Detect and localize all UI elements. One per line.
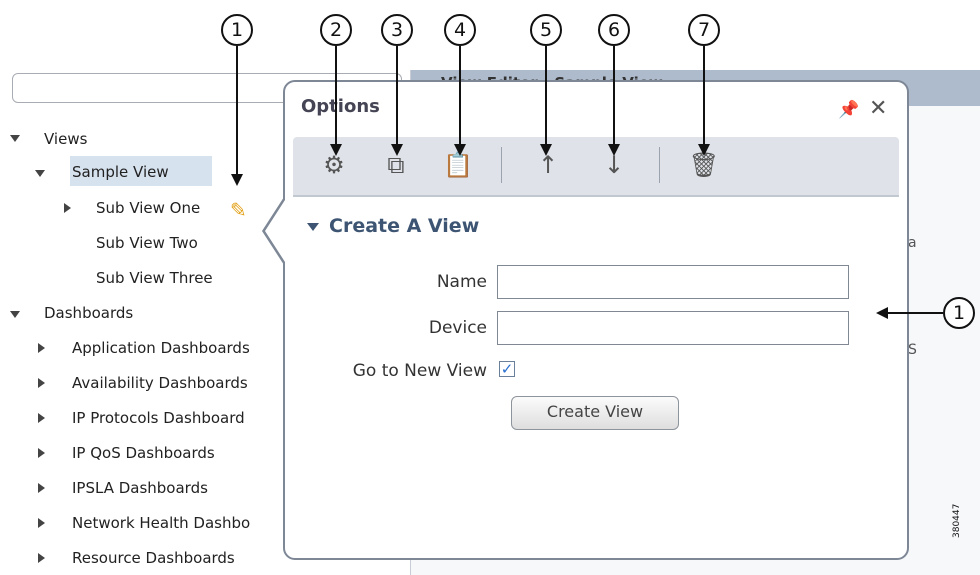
expand-ip-qos-dashboards-icon[interactable] [38, 448, 45, 458]
pin-icon[interactable]: 📌 [838, 100, 859, 120]
tree-item-ip-qos-dashboards[interactable]: IP QoS Dashboards [72, 440, 215, 466]
expand-application-dashboards-icon[interactable] [38, 343, 45, 353]
expand-ip-protocols-dashboard-icon[interactable] [38, 413, 45, 423]
expand-views-icon[interactable] [10, 135, 20, 142]
callout-2-arrow [335, 46, 337, 144]
callout-3-arrowhead [391, 144, 403, 156]
callout-4-arrow [459, 46, 461, 144]
popup-title: Options [301, 96, 380, 117]
expand-sub-view-one-icon[interactable] [64, 203, 71, 213]
callout-1-right-arrowhead [876, 307, 888, 319]
device-input[interactable] [497, 311, 849, 345]
callout-7-arrow [703, 46, 705, 144]
tree-item-sample-view[interactable]: Sample View [72, 159, 169, 185]
callout-1: 1 [221, 14, 253, 46]
options-toolbar: ⚙ ⧉ 📋 ↑ ↓ 🗑 [293, 137, 899, 197]
toolbar-separator [501, 147, 502, 183]
tree-item-resource-dashboards[interactable]: Resource Dashboards [72, 545, 235, 571]
callout-1-arrowhead [231, 174, 243, 186]
collapse-caret-icon [307, 222, 319, 231]
callout-6: 6 [598, 14, 630, 46]
tree-item-network-health-dashboards[interactable]: Network Health Dashbo [72, 510, 250, 536]
close-icon[interactable]: ✕ [869, 96, 887, 121]
create-view-button[interactable]: Create View [511, 396, 679, 430]
toolbar-separator [659, 147, 660, 183]
callout-7: 7 [688, 14, 720, 46]
callout-5-arrowhead [540, 144, 552, 156]
callout-1-right: 1 [943, 297, 975, 329]
callout-3: 3 [381, 14, 413, 46]
callout-5-arrow [545, 46, 547, 144]
expand-sample-view-icon[interactable] [35, 170, 45, 177]
figure-id: 380447 [952, 503, 962, 538]
tree-item-dashboards[interactable]: Dashboards [44, 300, 133, 326]
tree-item-availability-dashboards[interactable]: Availability Dashboards [72, 370, 248, 396]
expand-network-health-dashboards-icon[interactable] [38, 518, 45, 528]
tree-item-application-dashboards[interactable]: Application Dashboards [72, 335, 250, 361]
callout-3-arrow [396, 46, 398, 144]
tree-item-sub-view-three[interactable]: Sub View Three [96, 265, 213, 291]
section-title-text: Create A View [329, 215, 480, 237]
tree-item-ip-protocols-dashboard[interactable]: IP Protocols Dashboard [72, 405, 245, 431]
options-popup: Options 📌 ✕ ⚙ ⧉ 📋 ↑ ↓ 🗑 Create A View Na… [283, 80, 909, 560]
background-text-1: a [908, 235, 917, 251]
device-label: Device [428, 318, 487, 338]
expand-ipsla-dashboards-icon[interactable] [38, 483, 45, 493]
callout-7-arrowhead [698, 144, 710, 156]
callout-4: 4 [444, 14, 476, 46]
create-view-section-header[interactable]: Create A View [307, 215, 479, 237]
callout-1-right-arrow [888, 312, 943, 314]
expand-dashboards-icon[interactable] [10, 311, 20, 318]
expand-availability-dashboards-icon[interactable] [38, 378, 45, 388]
go-to-new-view-label: Go to New View [352, 361, 487, 381]
go-to-new-view-checkbox[interactable]: ✓ [499, 361, 515, 377]
callout-6-arrow [613, 46, 615, 144]
callout-6-arrowhead [608, 144, 620, 156]
tree-item-sub-view-one[interactable]: Sub View One [96, 195, 200, 221]
pencil-icon[interactable]: ✎ [230, 198, 247, 222]
tree-item-ipsla-dashboards[interactable]: IPSLA Dashboards [72, 475, 208, 501]
tree-item-sub-view-two[interactable]: Sub View Two [96, 230, 198, 256]
expand-resource-dashboards-icon[interactable] [38, 553, 45, 563]
popup-pointer-fill [265, 200, 285, 262]
name-input[interactable] [497, 265, 849, 299]
callout-5: 5 [530, 14, 562, 46]
background-text-2: S [908, 342, 917, 358]
callout-1-arrow [236, 46, 238, 174]
callout-2: 2 [320, 14, 352, 46]
callout-2-arrowhead [330, 144, 342, 156]
callout-4-arrowhead [454, 144, 466, 156]
name-label: Name [436, 272, 487, 292]
tree-item-views[interactable]: Views [44, 126, 87, 152]
